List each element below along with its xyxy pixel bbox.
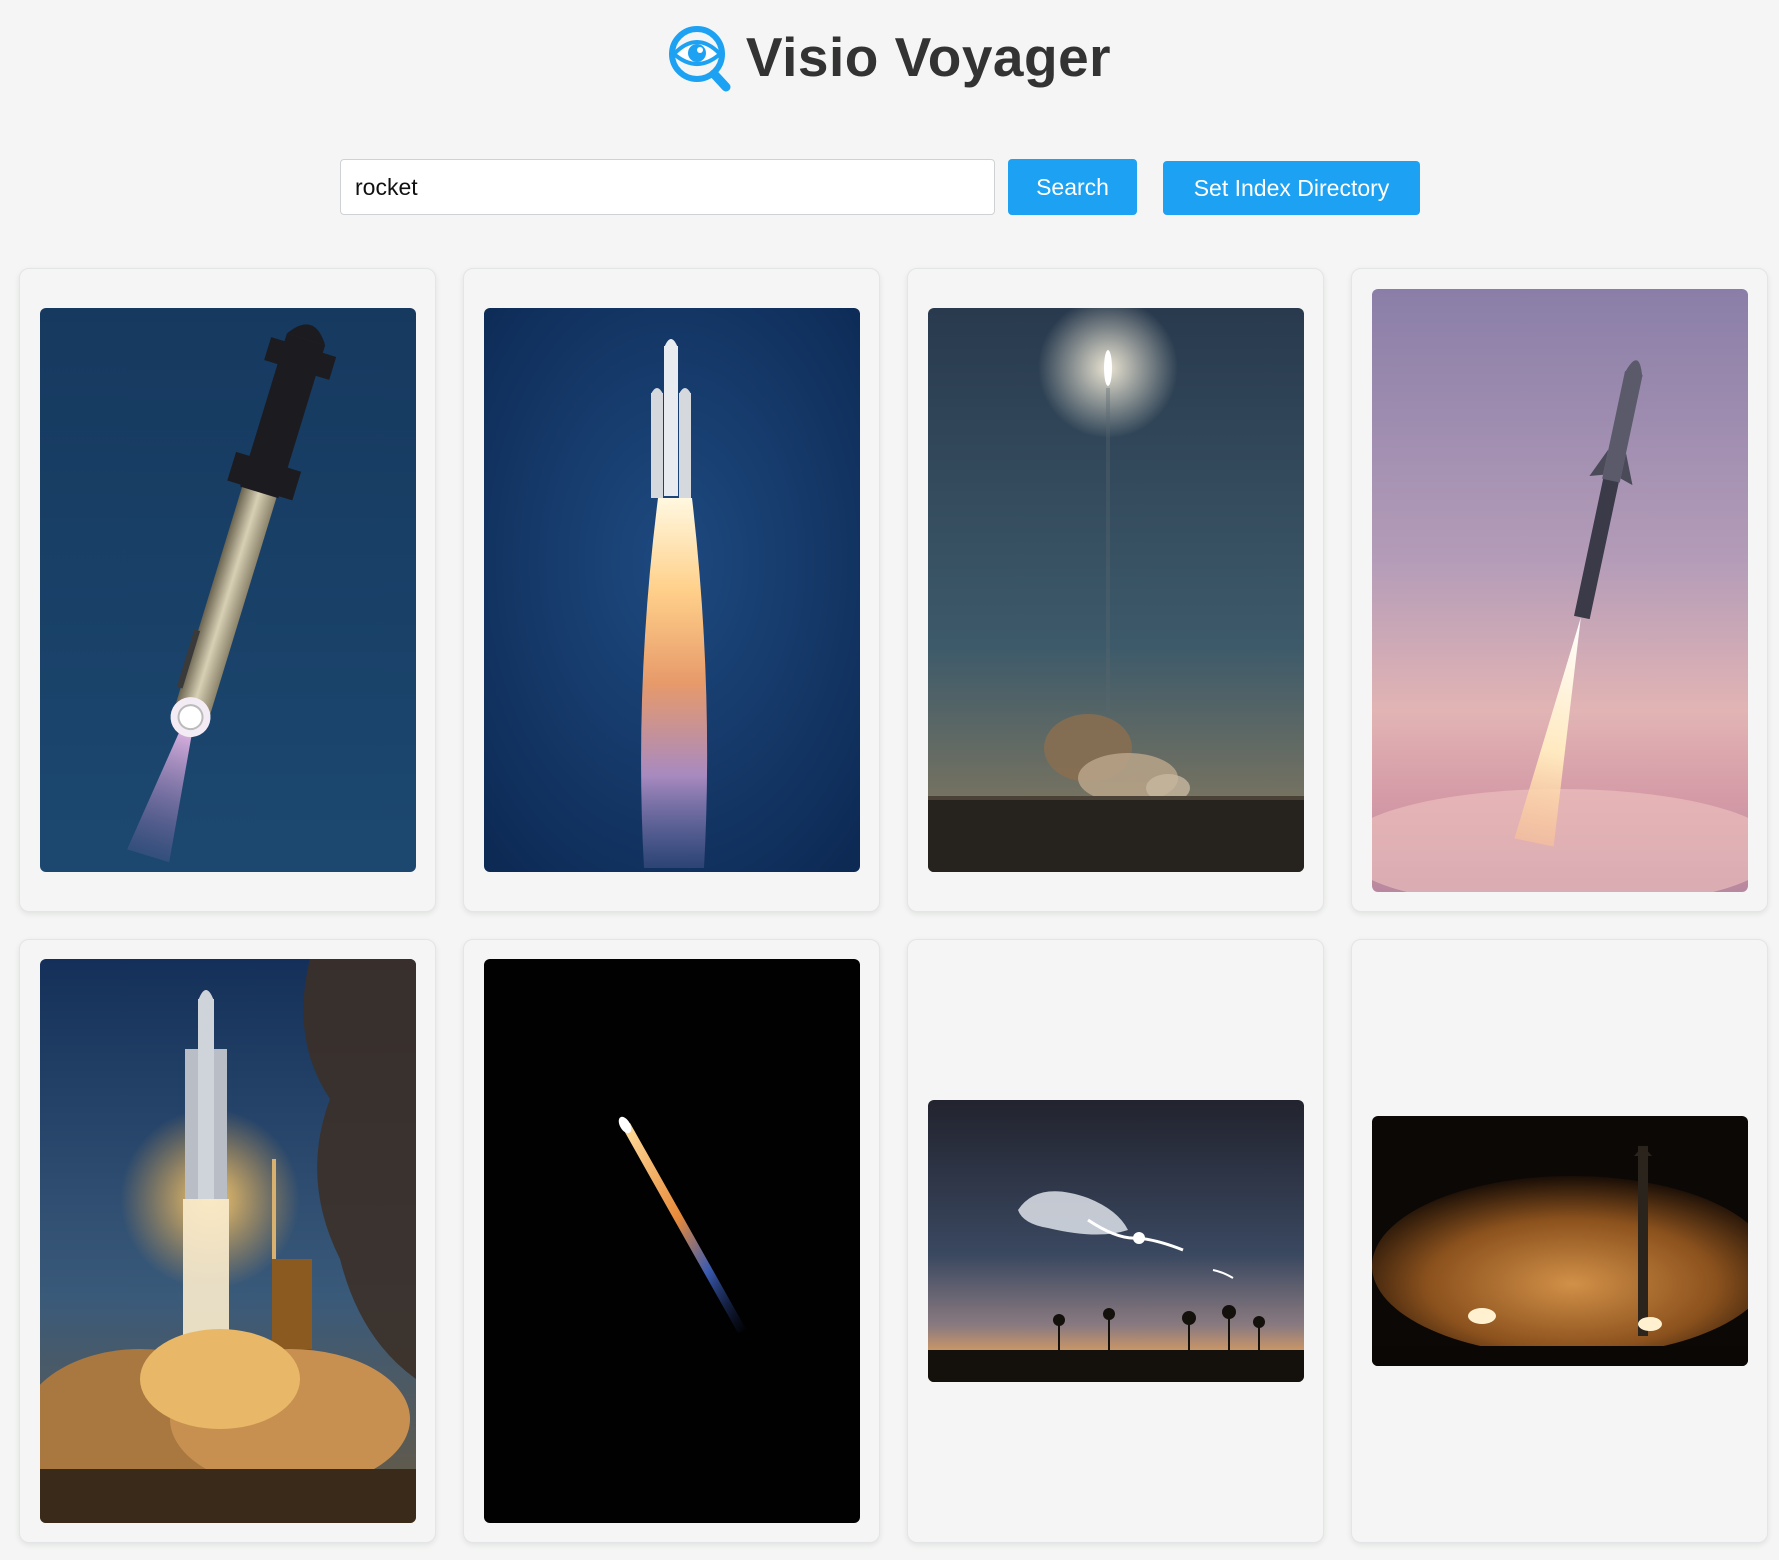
results-grid [19, 268, 1768, 1543]
result-image[interactable] [39, 959, 416, 1523]
result-card[interactable] [463, 268, 880, 912]
result-image[interactable] [1371, 1116, 1748, 1366]
result-card[interactable] [907, 268, 1324, 912]
app-title: Visio Voyager [745, 26, 1112, 88]
result-image[interactable] [483, 308, 860, 872]
eye-magnifier-icon [668, 26, 731, 92]
result-card[interactable] [19, 268, 436, 912]
search-button[interactable]: Search [1008, 159, 1137, 215]
result-card[interactable] [463, 939, 880, 1543]
set-index-directory-button[interactable]: Set Index Directory [1163, 161, 1420, 215]
result-card[interactable] [1351, 939, 1768, 1543]
result-image[interactable] [927, 308, 1304, 872]
result-card[interactable] [19, 939, 436, 1543]
result-image[interactable] [1371, 288, 1748, 892]
result-card[interactable] [907, 939, 1324, 1543]
result-card[interactable] [1351, 268, 1768, 912]
search-input[interactable] [340, 159, 995, 215]
result-image[interactable] [39, 308, 416, 872]
result-image[interactable] [483, 959, 860, 1523]
app-header: Visio Voyager [0, 22, 1779, 92]
result-image[interactable] [927, 1100, 1304, 1382]
search-bar: Search Set Index Directory [340, 159, 1420, 215]
